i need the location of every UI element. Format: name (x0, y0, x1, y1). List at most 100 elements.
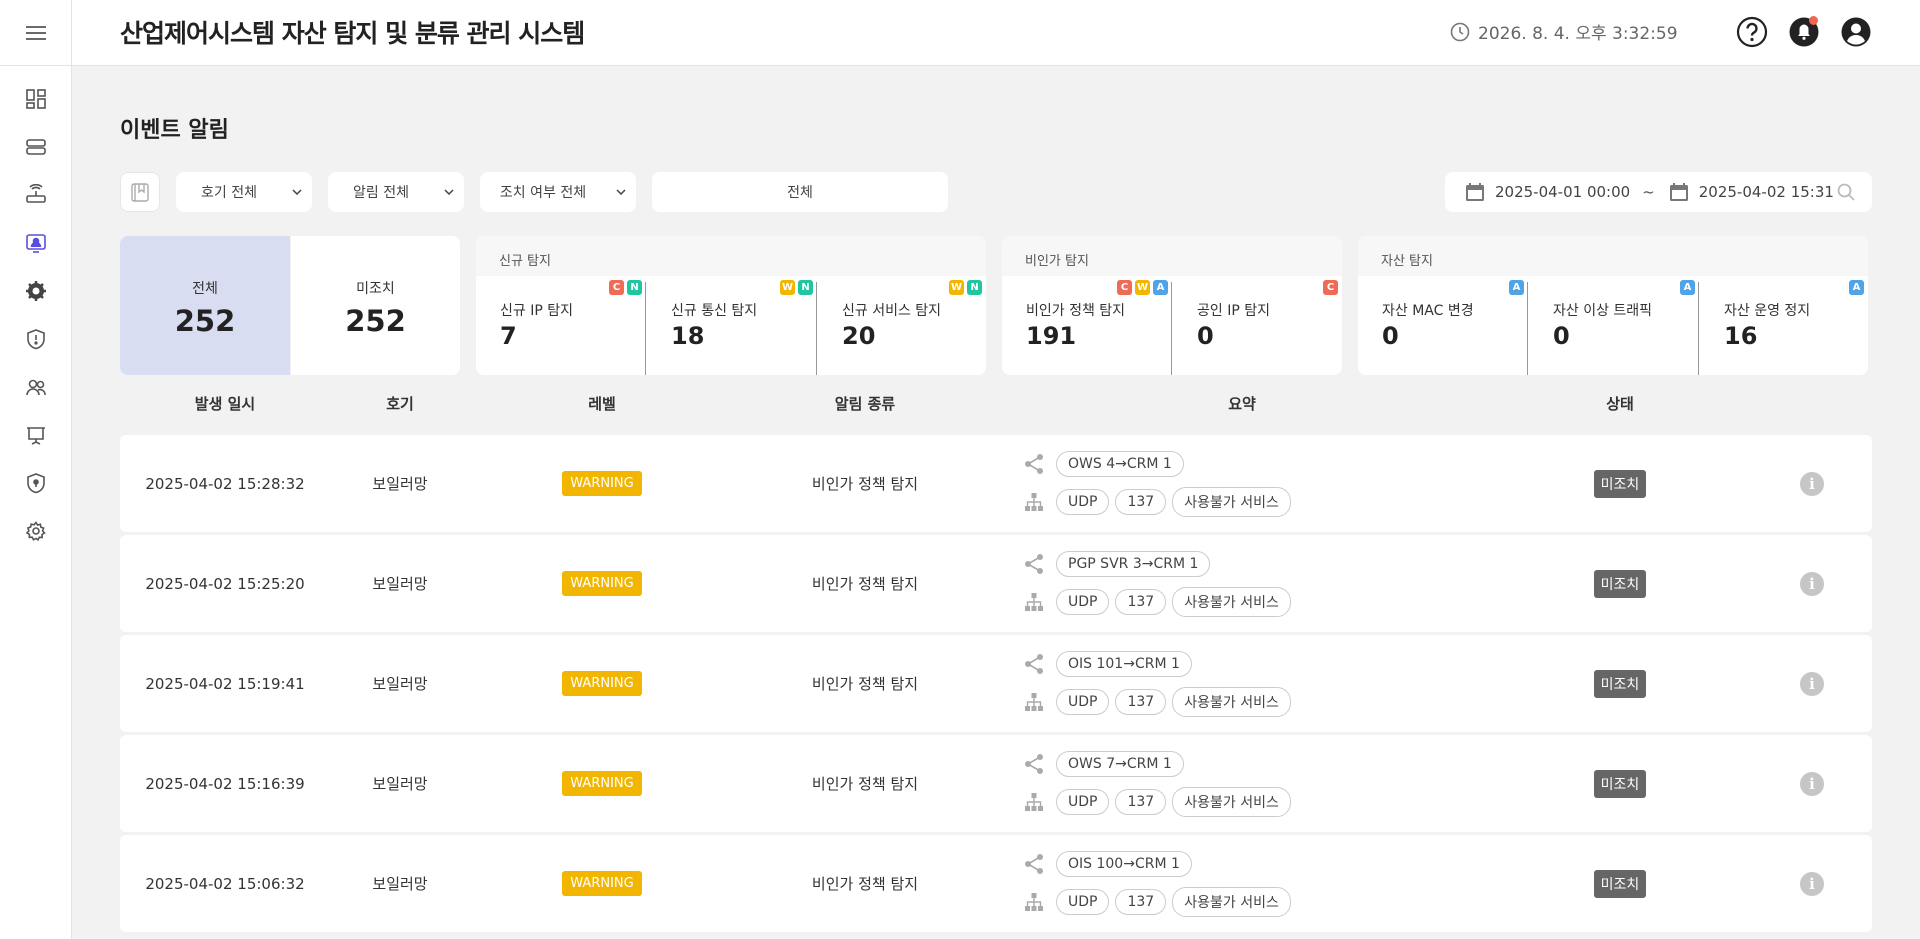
network-icon (1022, 692, 1046, 712)
metric-value: 16 (1724, 322, 1758, 350)
metric-label: 신규 서비스 탐지 (842, 303, 942, 319)
level-badge: WARNING (562, 571, 642, 596)
cell-datetime: 2025-04-02 15:19:41 (145, 674, 305, 693)
calendar-icon (1465, 182, 1485, 202)
metric-badges: C N (609, 280, 642, 295)
divider (816, 282, 817, 375)
column-header-summary[interactable]: 요약 (1192, 393, 1292, 414)
sidebar-item-settings[interactable] (0, 511, 72, 551)
sidebar-item-shield[interactable] (0, 463, 72, 503)
summary-service: UDP 137 사용불가 서비스 (1022, 487, 1291, 517)
metric-policy[interactable]: C W A 비인가 정책 탐지 191 (1002, 276, 1172, 375)
network-icon (1022, 792, 1046, 812)
shield-lock-icon (27, 473, 45, 494)
metric-value: 20 (842, 322, 876, 350)
metric-value: 0 (1553, 322, 1570, 350)
metric-badges: A (1849, 280, 1864, 295)
help-button[interactable] (1734, 14, 1770, 50)
unit-filter-value: 호기 전체 (201, 185, 257, 201)
service-chip: 사용불가 서비스 (1172, 887, 1291, 917)
level-badge: WARNING (562, 471, 642, 496)
table-row[interactable]: 2025-04-02 15:16:39 보일러망 WARNING 비인가 정책 … (120, 735, 1872, 832)
search-icon[interactable] (1836, 182, 1856, 206)
level-badge-n: N (967, 280, 982, 295)
date-range-picker[interactable]: 2025-04-01 00:00 ~ 2025-04-02 15:31 (1445, 172, 1872, 212)
date-from[interactable]: 2025-04-01 00:00 (1495, 183, 1630, 201)
user-icon (1841, 17, 1871, 47)
date-to[interactable]: 2025-04-02 15:31 (1699, 183, 1834, 201)
sidebar-item-reports[interactable] (0, 415, 72, 455)
info-icon[interactable]: i (1800, 671, 1824, 696)
route-chip: OWS 7→CRM 1 (1056, 751, 1184, 777)
sidebar-item-security[interactable] (0, 319, 72, 359)
protocol-chip: UDP (1056, 489, 1110, 515)
sidebar-item-policy[interactable] (0, 271, 72, 311)
metric-new-service[interactable]: W N 신규 서비스 탐지 20 (818, 276, 986, 375)
group-title: 비인가 탐지 (1002, 236, 1342, 276)
table-row[interactable]: 2025-04-02 15:25:20 보일러망 WARNING 비인가 정책 … (120, 535, 1872, 632)
table-row[interactable]: 2025-04-02 15:28:32 보일러망 WARNING 비인가 정책 … (120, 435, 1872, 532)
metric-label: 공인 IP 탐지 (1197, 303, 1270, 319)
status-badge: 미조치 (1593, 869, 1647, 898)
sidebar-item-event-alerts[interactable] (0, 223, 72, 263)
group-title: 신규 탐지 (476, 236, 986, 276)
gear-icon (25, 521, 46, 542)
share-icon (1022, 453, 1046, 475)
bookmark-button[interactable] (120, 172, 160, 212)
level-badge-a: A (1153, 280, 1168, 295)
metric-public-ip[interactable]: C 공인 IP 탐지 0 (1173, 276, 1342, 375)
metric-value: 0 (1197, 322, 1214, 350)
pending-card[interactable]: 미조치 252 (291, 236, 460, 375)
level-badge-c: C (1117, 280, 1132, 295)
column-header-status[interactable]: 상태 (1570, 393, 1670, 414)
metric-operation-stop[interactable]: A 자산 운영 정지 16 (1700, 276, 1868, 375)
asset-detection-group: 자산 탐지 A 자산 MAC 변경 0 A 자산 이상 트래픽 0 A 자산 운… (1358, 236, 1868, 375)
level-badge-w: W (949, 280, 964, 295)
status-badge: 미조치 (1593, 669, 1647, 698)
unit-filter-select[interactable]: 호기 전체 (176, 172, 312, 212)
total-card[interactable]: 전체 252 (120, 236, 290, 375)
level-badge: WARNING (562, 671, 642, 696)
divider (1698, 282, 1699, 375)
port-chip: 137 (1115, 589, 1167, 615)
info-icon[interactable]: i (1800, 571, 1824, 596)
metric-new-comm[interactable]: W N 신규 통신 탐지 18 (647, 276, 817, 375)
metric-new-ip[interactable]: C N 신규 IP 탐지 7 (476, 276, 646, 375)
route-chip: PGP SVR 3→CRM 1 (1056, 551, 1211, 577)
alert-filter-select[interactable]: 알림 전체 (328, 172, 464, 212)
shield-alert-icon (27, 329, 45, 350)
server-icon (26, 139, 46, 155)
column-header-unit[interactable]: 호기 (350, 393, 450, 414)
share-icon (1022, 553, 1046, 575)
total-value: 252 (174, 304, 236, 338)
info-icon[interactable]: i (1800, 871, 1824, 896)
info-icon[interactable]: i (1800, 471, 1824, 496)
level-badge-a: A (1680, 280, 1695, 295)
cell-datetime: 2025-04-02 15:16:39 (145, 774, 305, 793)
keyword-filter[interactable]: 전체 (652, 172, 948, 212)
action-filter-select[interactable]: 조치 여부 전체 (480, 172, 636, 212)
cell-unit: 보일러망 (372, 475, 428, 493)
sidebar-item-network[interactable] (0, 175, 72, 215)
metric-badges: A (1680, 280, 1695, 295)
column-header-type[interactable]: 알림 종류 (800, 393, 930, 414)
divider (1527, 282, 1528, 375)
bookmark-icon (131, 183, 149, 202)
metric-mac-change[interactable]: A 자산 MAC 변경 0 (1358, 276, 1528, 375)
hamburger-menu-button[interactable] (0, 0, 72, 66)
sidebar-item-dashboard[interactable] (0, 79, 72, 119)
level-badge-n: N (627, 280, 642, 295)
dashboard-icon (26, 89, 46, 109)
column-header-datetime[interactable]: 발생 일시 (160, 393, 290, 414)
sidebar-item-users[interactable] (0, 367, 72, 407)
column-header-level[interactable]: 레벨 (550, 393, 654, 414)
table-row[interactable]: 2025-04-02 15:06:32 보일러망 WARNING 비인가 정책 … (120, 835, 1872, 932)
sidebar-item-assets[interactable] (0, 127, 72, 167)
metric-abnormal-traffic[interactable]: A 자산 이상 트래픽 0 (1529, 276, 1699, 375)
user-menu-button[interactable] (1838, 14, 1874, 50)
notification-button[interactable] (1786, 14, 1822, 50)
service-chip: 사용불가 서비스 (1172, 687, 1291, 717)
metric-label: 신규 IP 탐지 (500, 303, 573, 319)
info-icon[interactable]: i (1800, 771, 1824, 796)
table-row[interactable]: 2025-04-02 15:19:41 보일러망 WARNING 비인가 정책 … (120, 635, 1872, 732)
